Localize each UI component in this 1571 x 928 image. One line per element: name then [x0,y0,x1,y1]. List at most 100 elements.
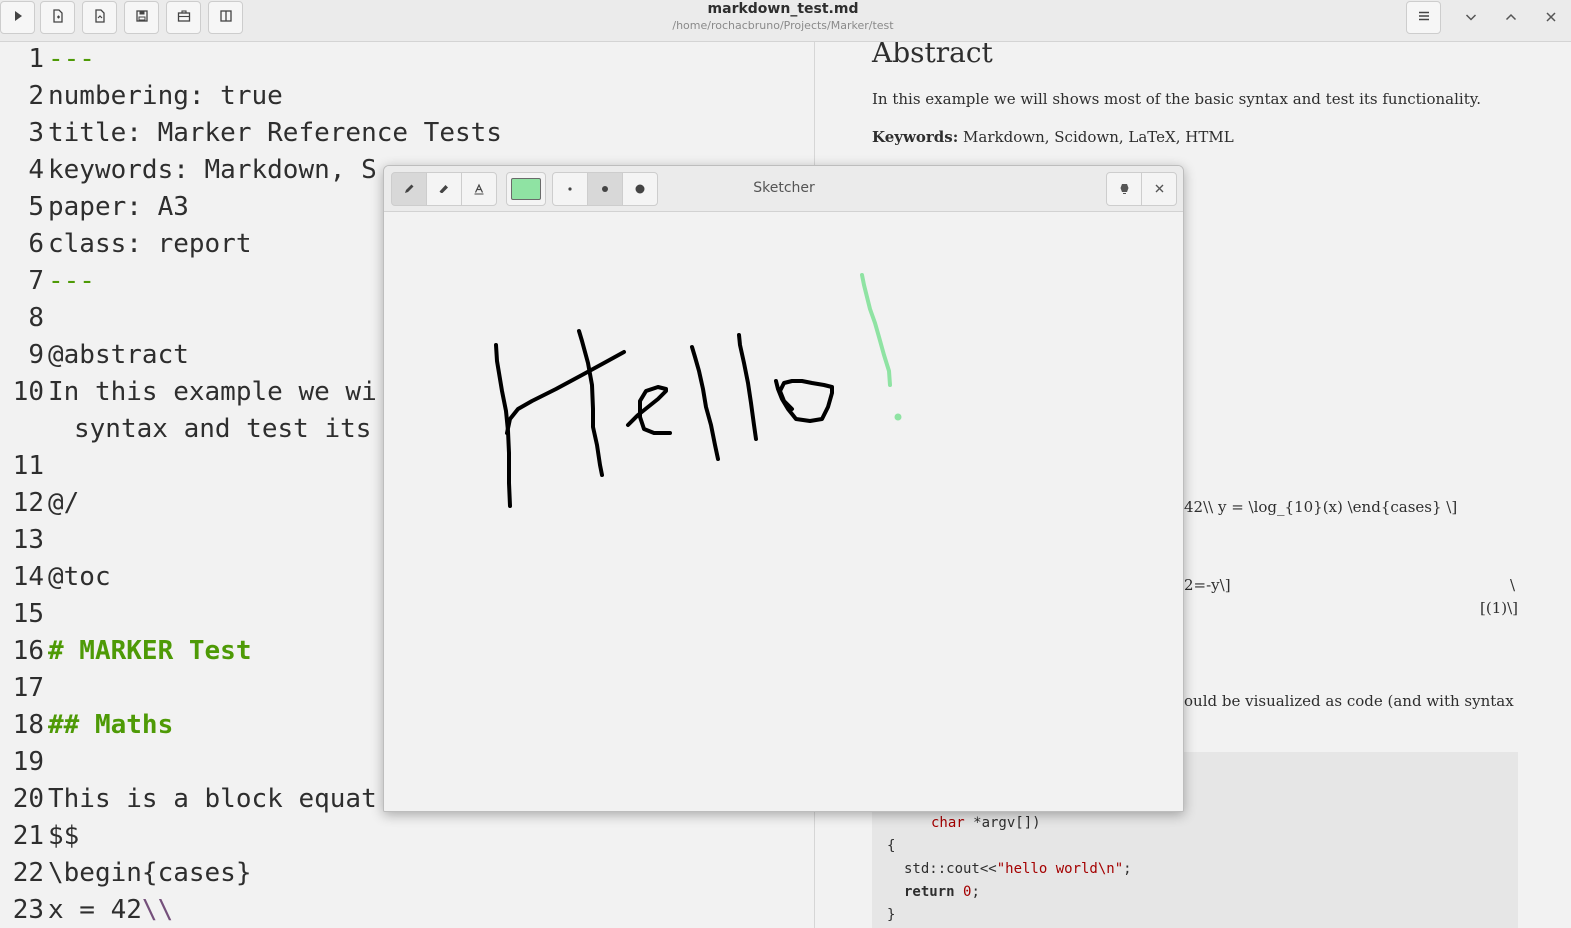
window-subtitle: /home/rochacbruno/Projects/Marker/test [672,19,894,32]
sketcher-dialog: Sketcher [383,165,1184,812]
export-icon [177,8,191,27]
text-tool-button[interactable] [461,172,497,206]
stroke-l2 [737,333,758,441]
line-number: 21 [12,821,44,851]
line-number: 5 [28,192,44,222]
code-string: "hello world\n" [996,861,1124,877]
editor-line: 13 [0,525,48,562]
equation-number: [(1)\] [1480,599,1519,617]
line-text [44,303,48,340]
editor-line: 7 --- [0,266,95,303]
sketch-canvas[interactable] [384,213,1183,811]
line-text: x = 42 [48,895,142,925]
editor-line: 21 $$ [0,821,80,858]
close-icon [1153,180,1166,199]
editor-line: 18 ## Maths [0,710,174,747]
line-text: ## Maths [48,710,174,740]
editor-line: 9 @abstract [0,340,189,377]
line-number: 16 [12,636,44,666]
line-text: $$ [48,821,80,851]
editor-line: 22 \begin{cases} [0,858,252,895]
editor-line: 11 [0,451,48,488]
paragraph-fragment: ould be visualized as code (and with syn… [1184,692,1514,710]
keywords-label: Keywords: [872,128,959,146]
line-number: 1 [28,44,44,74]
save-button[interactable] [124,1,159,34]
line-number: 20 [12,784,44,814]
new-file-icon [51,8,65,27]
code-line: { [887,838,896,854]
open-file-button[interactable] [82,1,117,34]
sketcher-header: Sketcher [384,166,1183,212]
insert-sketch-button[interactable] [1106,172,1142,206]
equation-fragment: 42\\ y = \log_{10}(x) \end{cases} \] [1184,498,1458,516]
keywords-value: Markdown, Scidown, LaTeX, HTML [958,128,1234,146]
eraser-tool-button[interactable] [426,172,462,206]
export-button[interactable] [166,1,201,34]
line-number: 4 [28,155,44,185]
stroke-exclamation-dot [894,413,902,421]
line-text: In this example we wi [48,377,377,407]
marker-app-window: markdown_test.md /home/rochacbruno/Proje… [0,0,1571,928]
line-text [44,747,48,784]
line-number: 12 [12,488,44,518]
line-number: 14 [12,562,44,592]
editor-line: 12 @/ [0,488,80,525]
stroke-o [774,379,834,423]
sketcher-close-button[interactable] [1141,172,1177,206]
new-file-button[interactable] [40,1,75,34]
medium-size-button[interactable] [587,172,623,206]
header-bar: markdown_test.md /home/rochacbruno/Proje… [0,0,1571,42]
line-text: class: report [48,229,252,259]
line-text: title: Marker Reference Tests [48,118,502,148]
small-size-button[interactable] [552,172,588,206]
maximize-button[interactable] [1498,6,1524,30]
line-number [0,414,44,451]
line-text: --- [48,266,95,296]
editor-line: 8 [0,303,48,340]
keywords-line: Keywords: Markdown, Scidown, LaTeX, HTML [872,128,1234,146]
run-button[interactable] [0,1,35,34]
save-icon [135,8,149,27]
large-size-button[interactable] [622,172,658,206]
code-text: *argv[]) [964,815,1041,831]
eraser-icon [438,180,450,199]
editor-line: 15 [0,599,48,636]
line-text [44,673,48,710]
window-close-button[interactable] [1538,6,1564,30]
stroke-e [626,385,672,435]
hello-strokes [494,273,902,508]
sketch-drawing [494,273,902,508]
minimize-button[interactable] [1458,6,1484,30]
code-text: std::cout<< [904,861,997,877]
main-menu-button[interactable] [1406,1,1441,34]
line-text [44,599,48,636]
line-text: This is a block equat [48,784,377,814]
editor-line: 19 [0,747,48,784]
line-text: keywords: Markdown, S [48,155,377,185]
small-dot-icon [564,180,576,199]
line-number: 9 [28,340,44,370]
line-number: 10 [12,377,44,407]
editor-line: 4 keywords: Markdown, S [0,155,377,192]
line-text: \begin{cases} [48,858,252,888]
split-view-button[interactable] [208,1,243,34]
editor-line: 17 [0,673,48,710]
code-text: ; [971,884,980,900]
line-number: 13 [12,525,44,555]
line-text: paper: A3 [48,192,189,222]
stroke-h-bar [505,350,626,435]
line-number: 17 [12,673,44,703]
line-text: @toc [48,562,111,592]
equation-fragment: 2=-y\] [1184,576,1231,594]
editor-line: 10 In this example we wi [0,377,377,414]
line-number: 8 [28,303,44,333]
pencil-tool-button[interactable] [391,172,427,206]
close-icon [1544,9,1558,28]
sketcher-title: Sketcher [753,180,815,196]
code-line: std::cout<<"hello world\n"; [904,861,1132,877]
line-text [44,525,48,562]
line-number: 18 [12,710,44,740]
color-picker-button[interactable] [506,172,546,206]
equation-fragment: \ [1510,576,1516,594]
